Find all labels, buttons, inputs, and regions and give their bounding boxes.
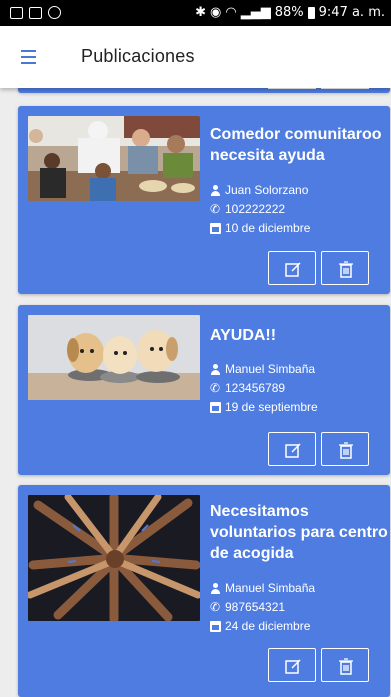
mail-notification-icon <box>29 6 42 19</box>
delete-button[interactable] <box>321 432 369 466</box>
page-title: Publicaciones <box>81 46 195 66</box>
author-name: Juan Solorzano <box>225 183 309 197</box>
post-phone: ✆ 987654321 <box>210 600 285 614</box>
status-bar: ✱ ◉ ◠ ▂▄▆ 88% 9:47 a. m. <box>0 0 391 26</box>
date-text: 10 de diciembre <box>225 221 311 235</box>
volunteer-hands-photo <box>28 495 200 621</box>
post-author: Manuel Simbaña <box>210 362 315 376</box>
edit-button[interactable] <box>268 432 316 466</box>
user-icon <box>210 363 221 375</box>
calendar-icon <box>210 222 221 234</box>
alarm-icon: ◉ <box>210 5 222 20</box>
edit-icon <box>285 659 301 674</box>
delete-button[interactable] <box>321 251 369 285</box>
post-card: Necesitamos voluntarios para centro de a… <box>18 485 390 697</box>
post-phone: ✆ 102222222 <box>210 202 285 216</box>
author-name: Manuel Simbaña <box>225 362 316 376</box>
edit-icon <box>285 443 301 458</box>
edit-button[interactable] <box>268 648 316 682</box>
edit-button[interactable] <box>268 251 316 285</box>
post-date: 19 de septiembre <box>210 400 318 414</box>
calendar-icon <box>210 620 221 632</box>
post-date: 24 de diciembre <box>210 619 310 633</box>
signal-icon: ▂▄▆ <box>240 5 271 20</box>
phone-icon: ✆ <box>210 380 221 395</box>
phone-icon: ✆ <box>210 201 221 216</box>
post-title: AYUDA!! <box>210 327 277 344</box>
user-icon <box>210 184 221 196</box>
post-title: Necesitamos voluntarios para centro de a… <box>210 503 388 562</box>
status-right-icons: ✱ ◉ ◠ ▂▄▆ 88% 9:47 a. m. <box>195 5 385 20</box>
post-author: Juan Solorzano <box>210 183 308 197</box>
post-author: Manuel Simbaña <box>210 581 315 595</box>
phone-number: 102222222 <box>225 202 286 216</box>
app-bar: Publicaciones <box>0 26 391 88</box>
date-text: 24 de diciembre <box>225 619 311 633</box>
battery-percent: 88% <box>274 5 304 20</box>
post-title: Comedor comunitaroo necesita ayuda <box>210 126 382 164</box>
gallery-notification-icon <box>10 6 23 19</box>
post-phone: ✆ 123456789 <box>210 381 285 395</box>
delete-button[interactable] <box>321 648 369 682</box>
post-card: AYUDA!! Manuel Simbaña ✆ 123456789 19 de… <box>18 305 390 475</box>
post-card: Comedor comunitaroo necesita ayuda Juan … <box>18 106 390 294</box>
calendar-icon <box>210 401 221 413</box>
clock: 9:47 a. m. <box>318 5 385 20</box>
status-left-icons <box>10 6 61 19</box>
hamburger-menu-icon[interactable] <box>21 50 41 64</box>
trash-icon <box>339 658 353 675</box>
user-icon <box>210 582 221 594</box>
phone-number: 987654321 <box>225 600 286 614</box>
wifi-icon: ◠ <box>225 5 237 20</box>
battery-icon <box>307 6 315 19</box>
community-dining-photo <box>28 116 200 201</box>
puppies-photo <box>28 315 200 400</box>
edit-icon <box>285 262 301 277</box>
bluetooth-icon: ✱ <box>195 5 207 20</box>
date-text: 19 de septiembre <box>225 400 318 414</box>
post-date: 10 de diciembre <box>210 221 310 235</box>
phone-icon: ✆ <box>210 599 221 614</box>
trash-icon <box>339 261 353 278</box>
trash-icon <box>339 442 353 459</box>
whatsapp-notification-icon <box>48 6 61 19</box>
phone-number: 123456789 <box>225 381 286 395</box>
author-name: Manuel Simbaña <box>225 581 316 595</box>
